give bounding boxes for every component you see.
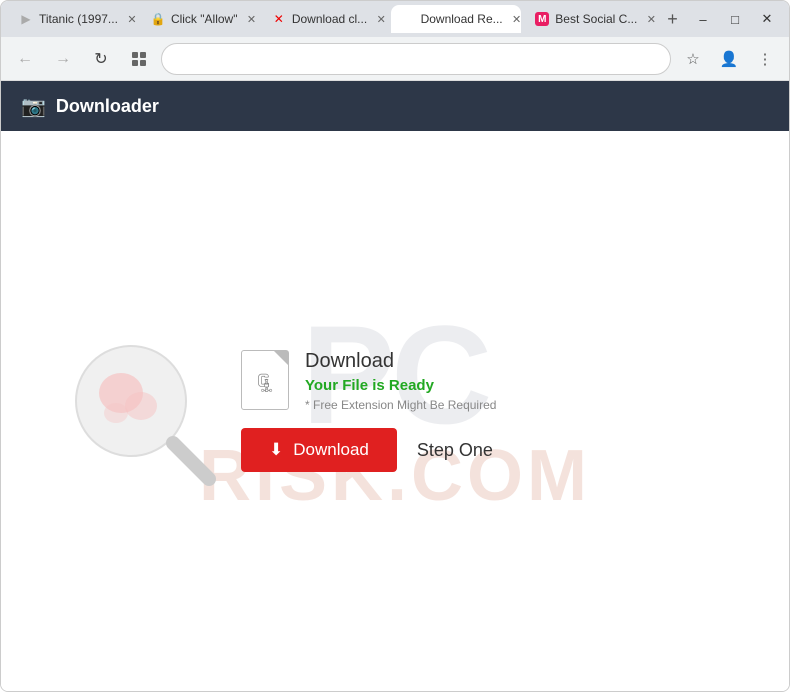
download-title: Download [305,350,496,373]
reload-button[interactable]: ↻ [85,43,117,75]
address-bar[interactable] [161,43,671,75]
extensions-button[interactable] [123,43,155,75]
download-button[interactable]: ⬇ Download [241,428,397,472]
step-one-label: Step One [417,440,493,461]
app-header-title: Downloader [56,96,159,117]
tab-download-re-close[interactable]: ✕ [509,11,522,27]
tab-social[interactable]: M Best Social C... ✕ [525,5,656,33]
tab-allow-close[interactable]: ✕ [243,11,257,27]
tab-allow-label: Click "Allow" [171,12,238,26]
minimize-button[interactable]: – [689,5,717,33]
tab-social-label: Best Social C... [555,12,637,26]
tab-download-re-label: Download Re... [421,12,503,26]
maximize-button[interactable]: □ [721,5,749,33]
download-btn-label: Download [293,440,369,460]
address-input[interactable] [174,51,658,66]
tab-download-re[interactable]: Download Re... ✕ [391,5,522,33]
tab-download-re-icon [401,12,415,26]
search-illustration [61,331,221,491]
bookmark-button[interactable]: ☆ [677,43,709,75]
title-bar: ▶ Titanic (1997... ✕ 🔒 Click "Allow" ✕ ✕… [1,1,789,37]
tab-social-close[interactable]: ✕ [643,11,656,27]
forward-button[interactable]: → [47,43,79,75]
download-btn-icon: ⬇ [269,440,283,460]
page-content: 📷 Downloader PC RISK.COM [1,81,789,691]
nav-bar: ← → ↻ ☆ 👤 ⋮ [1,37,789,81]
app-header: 📷 Downloader [1,81,789,131]
tab-titanic-icon: ▶ [19,12,33,26]
extensions-icon [131,51,147,67]
download-note: * Free Extension Might Be Required [305,398,496,412]
file-icon-zip: 🗜 [254,373,277,394]
tab-social-icon: M [535,12,549,26]
tab-allow[interactable]: 🔒 Click "Allow" ✕ [141,5,258,33]
profile-button[interactable]: 👤 [713,43,745,75]
tab-download-cl-close[interactable]: ✕ [373,11,386,27]
download-card-top: 🗜 Download Your File is Ready * Free Ext… [241,350,496,412]
tab-titanic-close[interactable]: ✕ [124,11,137,27]
nav-actions: ☆ 👤 ⋮ [677,43,781,75]
tab-titanic-label: Titanic (1997... [39,12,118,26]
tab-allow-icon: 🔒 [151,12,165,26]
tab-download-cl[interactable]: ✕ Download cl... ✕ [262,5,387,33]
back-button[interactable]: ← [9,43,41,75]
new-tab-button[interactable]: + [660,5,685,33]
download-ready-label: Your File is Ready [305,377,496,394]
file-icon: 🗜 [241,350,289,410]
close-button[interactable]: ✕ [753,5,781,33]
download-info: Download Your File is Ready * Free Exten… [305,350,496,412]
download-actions: ⬇ Download Step One [241,428,496,472]
download-card: 🗜 Download Your File is Ready * Free Ext… [241,350,496,472]
menu-button[interactable]: ⋮ [749,43,781,75]
tab-titanic[interactable]: ▶ Titanic (1997... ✕ [9,5,137,33]
browser-frame: ▶ Titanic (1997... ✕ 🔒 Click "Allow" ✕ ✕… [0,0,790,692]
window-controls: – □ ✕ [689,5,781,33]
tab-download-cl-label: Download cl... [292,12,367,26]
main-area: PC RISK.COM 🗜 [1,131,789,691]
tab-download-cl-icon: ✕ [272,12,286,26]
downloader-icon: 📷 [21,94,46,119]
